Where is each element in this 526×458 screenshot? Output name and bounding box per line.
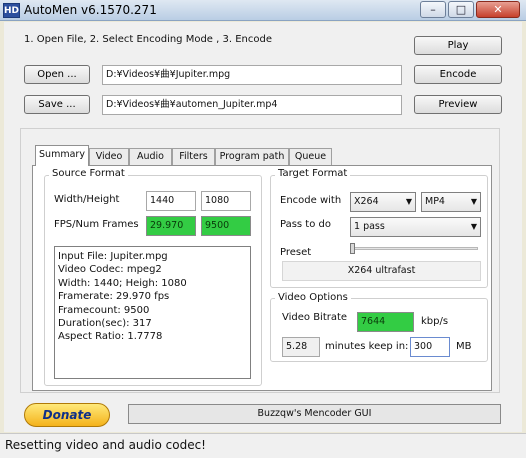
video-bitrate-label: Video Bitrate (282, 312, 348, 323)
about-label: Buzzqw's Mencoder GUI (128, 404, 501, 424)
instructions-text: 1. Open File, 2. Select Encoding Mode , … (24, 34, 272, 45)
preset-slider-thumb[interactable] (350, 243, 355, 254)
info-line: Aspect Ratio: 1.7778 (58, 331, 163, 343)
save-button[interactable]: Save ... (24, 95, 90, 114)
minimize-button[interactable]: – (420, 1, 446, 18)
width-field[interactable]: 1440 (146, 191, 196, 211)
close-button[interactable]: ✕ (476, 1, 520, 18)
tab-queue[interactable]: Queue (289, 148, 332, 165)
video-bitrate-field[interactable]: 7644 (357, 312, 414, 332)
info-line: Width: 1440; Heigh: 1080 (58, 277, 187, 289)
pass-value: 1 pass (354, 221, 385, 232)
info-line: Framerate: 29.970 fps (58, 291, 170, 303)
tab-filters[interactable]: Filters (172, 148, 215, 165)
keep-in-label: minutes keep in: (325, 341, 409, 352)
fps-frames-label: FPS/Num Frames (54, 219, 139, 230)
info-line: Duration(sec): 317 (58, 318, 152, 330)
bitrate-unit: kbp/s (421, 316, 449, 327)
height-field[interactable]: 1080 (201, 191, 251, 211)
pass-label: Pass to do (280, 219, 331, 230)
source-format-title: Source Format (49, 168, 128, 179)
info-line: Input File: Jupiter.mpg (58, 251, 168, 262)
preset-label: Preset (280, 247, 312, 258)
tab-audio[interactable]: Audio (129, 148, 172, 165)
output-path-field[interactable]: D:¥Videos¥曲¥automen_Jupiter.mp4 (102, 95, 402, 115)
video-options-title: Video Options (275, 292, 351, 303)
target-format-title: Target Format (275, 168, 351, 179)
window-title: AutoMen v6.1570.271 (24, 3, 157, 17)
target-size-field[interactable]: 300 (410, 337, 450, 357)
open-button[interactable]: Open ... (24, 65, 90, 84)
encoder-value: X264 (354, 196, 379, 207)
app-icon: HD (3, 3, 20, 18)
container-value: MP4 (425, 196, 445, 207)
preset-slider-track[interactable] (352, 247, 478, 250)
donate-button[interactable]: Donate (24, 403, 110, 427)
play-button[interactable]: Play (414, 36, 502, 55)
info-line: Framecount: 9500 (58, 304, 150, 316)
chevron-down-icon: ▼ (405, 197, 412, 206)
encode-with-label: Encode with (280, 195, 342, 206)
preset-display: X264 ultrafast (282, 261, 481, 281)
duration-minutes-field: 5.28 (282, 337, 320, 357)
chevron-down-icon: ▼ (470, 197, 477, 206)
source-info-box: Input File: Jupiter.mpg Video Codec: mpe… (54, 246, 251, 379)
container-select[interactable]: MP4 ▼ (421, 192, 481, 212)
size-unit: MB (456, 341, 472, 352)
tab-summary[interactable]: Summary (35, 145, 89, 166)
maximize-button[interactable]: □ (448, 1, 474, 18)
input-path-field[interactable]: D:¥Videos¥曲¥Jupiter.mpg (102, 65, 402, 85)
info-line: Video Codec: mpeg2 (58, 264, 162, 276)
fps-field: 29.970 (146, 216, 196, 236)
tab-video[interactable]: Video (89, 148, 129, 165)
width-height-label: Width/Height (54, 194, 120, 205)
pass-select[interactable]: 1 pass ▼ (350, 217, 481, 237)
chevron-down-icon: ▼ (470, 222, 477, 231)
encoder-select[interactable]: X264 ▼ (350, 192, 416, 212)
status-bar: Resetting video and audio codec! (0, 433, 526, 458)
num-frames-field: 9500 (201, 216, 251, 236)
encode-button[interactable]: Encode (414, 65, 502, 84)
tab-program-path[interactable]: Program path (215, 148, 289, 165)
preview-button[interactable]: Preview (414, 95, 502, 114)
